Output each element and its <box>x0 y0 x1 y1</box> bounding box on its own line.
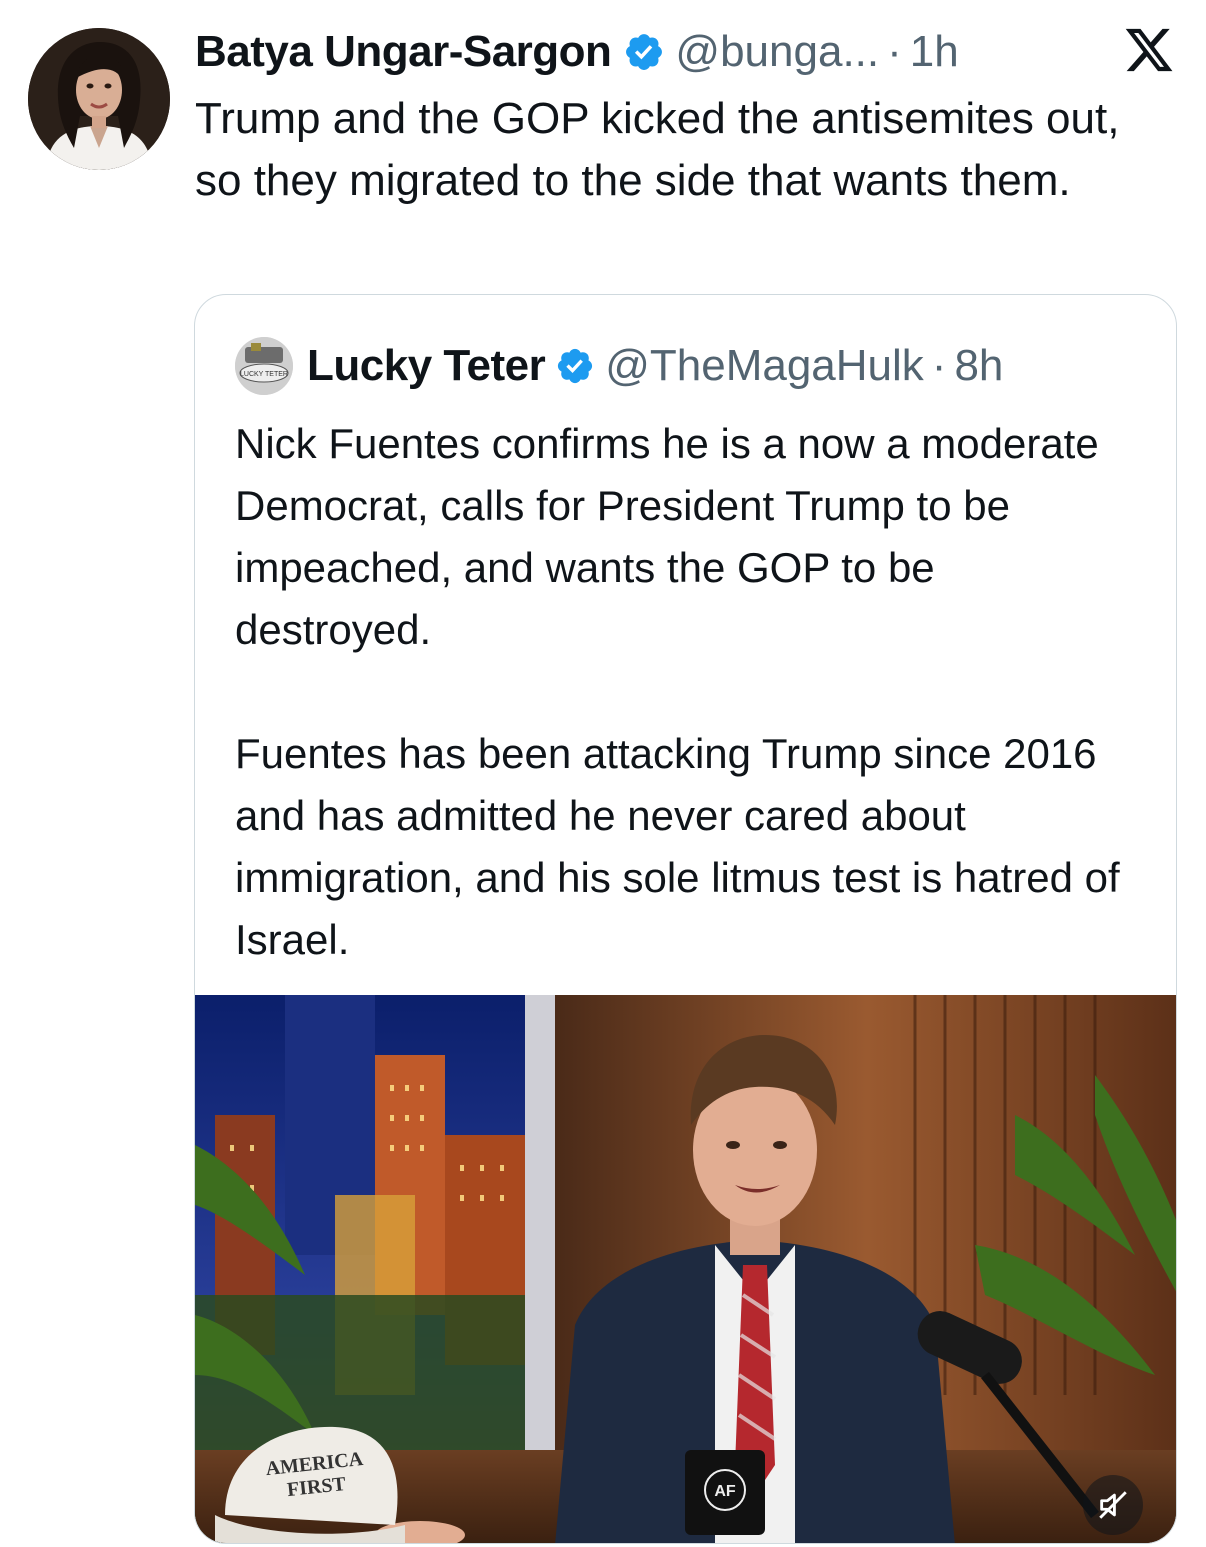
x-logo-icon <box>1122 24 1176 76</box>
verified-badge-icon <box>555 346 595 386</box>
quoted-paragraph-2: Fuentes has been attacking Trump since 2… <box>235 730 1120 963</box>
quoted-paragraph-1: Nick Fuentes confirms he is a now a mode… <box>235 420 1099 653</box>
author-avatar[interactable] <box>28 28 170 170</box>
author-avatar-image <box>28 28 170 170</box>
quoted-author-name[interactable]: Lucky Teter <box>307 341 546 391</box>
quoted-avatar-text: LUCKY TETER <box>240 371 288 378</box>
quoted-author-handle[interactable]: @TheMagaHulk <box>605 341 924 391</box>
author-name[interactable]: Batya Ungar-Sargon <box>195 27 612 77</box>
verified-badge-icon <box>623 31 665 73</box>
quoted-avatar-image: LUCKY TETER <box>235 337 293 395</box>
mug-text: AF <box>714 1483 736 1500</box>
tweet-text: Trump and the GOP kicked the antisemites… <box>195 94 1120 205</box>
tweet-header: Batya Ungar-Sargon @bunga... · 1h <box>195 22 959 82</box>
quoted-tweet-header: Lucky Teter @TheMagaHulk · 8h <box>307 335 1003 397</box>
video-frame-image: AF AMERICA FIRST <box>195 995 1176 1543</box>
quoted-author-avatar[interactable]: LUCKY TETER <box>235 337 293 395</box>
separator-dot: · <box>887 27 902 76</box>
quoted-video[interactable]: AF AMERICA FIRST <box>195 995 1176 1543</box>
quoted-tweet-card[interactable]: LUCKY TETER Lucky Teter @TheMagaHulk · 8… <box>194 294 1177 1544</box>
author-handle[interactable]: @bunga... <box>675 27 879 77</box>
quoted-timestamp[interactable]: 8h <box>954 341 1003 391</box>
quoted-tweet-text: Nick Fuentes confirms he is a now a mode… <box>235 413 1135 971</box>
separator-dot: · <box>931 341 947 390</box>
speaker-muted-icon[interactable] <box>1083 1475 1143 1535</box>
timestamp[interactable]: 1h <box>910 27 959 77</box>
